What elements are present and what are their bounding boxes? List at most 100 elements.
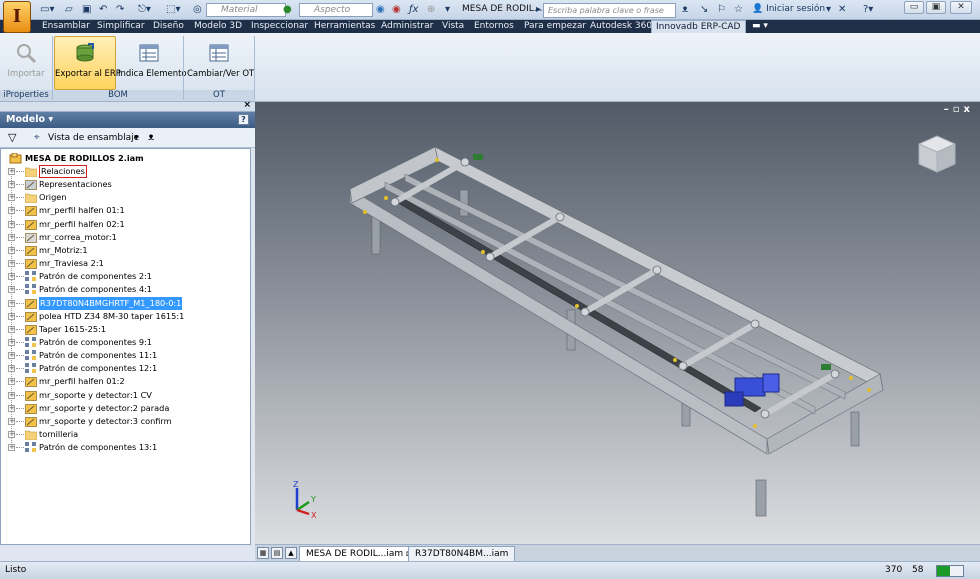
tree-node[interactable]: + mr_perfil halfen 01:2 (1, 375, 250, 388)
tab-autodesk-360[interactable]: Autodesk 360 (590, 20, 652, 33)
tree-node[interactable]: + mr_Traviesa 2:1 (1, 257, 250, 270)
exchange-apps-icon[interactable]: ✕ (838, 3, 846, 17)
communication-icon[interactable]: ⚐ (717, 3, 726, 17)
open-icon[interactable]: ▱ (65, 3, 73, 17)
tab-diseno[interactable]: Diseño (153, 20, 184, 33)
tree-node[interactable]: + polea HTD Z34 8M-30 taper 1615:1 (1, 310, 250, 323)
expand-icon[interactable]: + (8, 233, 15, 241)
sign-in-dropdown-icon[interactable]: ▾ (826, 3, 831, 17)
expand-icon[interactable]: + (8, 391, 15, 399)
tree-node[interactable]: + mr_perfil halfen 02:1 (1, 218, 250, 231)
tree-node[interactable]: + Patrón de componentes 12:1 (1, 362, 250, 375)
tile-view-icon[interactable]: ▦ (257, 547, 269, 559)
expand-icon[interactable]: + (8, 260, 15, 268)
minimize-button[interactable]: ▭ (904, 1, 924, 14)
return-icon[interactable]: ⎋▾ (138, 3, 151, 17)
tree-node[interactable]: + R37DT80N4BMGHRTF_M1_180-0:1 (1, 296, 250, 310)
tree-node[interactable]: + mr_Motriz:1 (1, 244, 250, 257)
tree-node[interactable]: + Representaciones (1, 178, 250, 191)
view-mode-select[interactable]: Vista de ensamblaje (48, 128, 139, 148)
tree-node[interactable]: + Patrón de componentes 4:1 (1, 283, 250, 296)
tab-vista[interactable]: Vista (442, 20, 464, 33)
tab-list-icon[interactable]: ▲ (285, 547, 297, 559)
measure-icon[interactable]: ⊕ (427, 3, 435, 17)
undo-icon[interactable]: ↶ (99, 3, 107, 17)
tree-node[interactable]: + Patrón de componentes 9:1 (1, 336, 250, 349)
tree-node[interactable]: + mr_perfil halfen 01:1 (1, 204, 250, 217)
expand-icon[interactable]: + (8, 299, 15, 307)
sign-in-link[interactable]: 👤 Iniciar sesión (752, 4, 825, 14)
tab-ensamblar[interactable]: Ensamblar (42, 20, 90, 33)
search-arrow-icon[interactable]: ▸ (536, 3, 541, 17)
tab-para-empezar[interactable]: Para empezar (524, 20, 586, 33)
view-mode-dropdown-icon[interactable]: ▾ (134, 128, 139, 148)
expand-icon[interactable]: + (8, 181, 15, 189)
tab-modelo-3d[interactable]: Modelo 3D (194, 20, 242, 33)
expand-icon[interactable]: + (8, 207, 15, 215)
tree-node[interactable]: + Patrón de componentes 2:1 (1, 270, 250, 283)
tree-root[interactable]: MESA DE RODILLOS 2.iam (1, 152, 250, 165)
parameters-icon[interactable]: ƒx (409, 3, 418, 17)
expand-icon[interactable]: + (8, 417, 15, 425)
tree-node[interactable]: + Relaciones (1, 165, 250, 178)
tree-node[interactable]: + Taper 1615-25:1 (1, 323, 250, 336)
expand-icon[interactable]: + (8, 378, 15, 386)
filter-icon[interactable]: ▽ (8, 128, 16, 148)
expand-icon[interactable]: + (8, 444, 15, 452)
tree-node[interactable]: + mr_soporte y detector:2 parada (1, 402, 250, 415)
expand-icon[interactable]: + (8, 220, 15, 228)
indica-elemento-button[interactable]: Indica Elemento (117, 36, 187, 90)
exportar-erp-button[interactable]: Exportar al ERP (54, 36, 121, 90)
cambiar-ver-ot-button[interactable]: Cambiar/Ver OT (186, 36, 254, 90)
qat-customize-icon[interactable]: ▾ (445, 3, 450, 17)
tree-node[interactable]: + mr_soporte y detector:1 CV (1, 389, 250, 402)
close-panel-icon[interactable]: × (243, 100, 251, 110)
find-binoculars-icon[interactable]: ᴥ (148, 128, 154, 148)
material-combo[interactable]: Material (206, 3, 286, 17)
select-icon[interactable]: ⬚▾ (166, 3, 180, 17)
expand-icon[interactable]: + (8, 431, 15, 438)
tab-administrar[interactable]: Administrar (381, 20, 433, 33)
expand-icon[interactable]: + (8, 404, 15, 412)
tree-node[interactable]: + mr_soporte y detector:3 confirm (1, 415, 250, 428)
tab-inspeccionar[interactable]: Inspeccionar (251, 20, 308, 33)
browser-help-icon[interactable]: ? (238, 114, 249, 125)
appearance-combo[interactable]: Aspecto (299, 3, 373, 17)
cascade-view-icon[interactable]: ▤ (271, 547, 283, 559)
help-icon[interactable]: ?▾ (863, 3, 873, 17)
expand-icon[interactable]: + (8, 325, 15, 333)
tree-node[interactable]: + tornilleria (1, 428, 250, 441)
tree-node[interactable]: + Origen (1, 191, 250, 204)
expand-icon[interactable]: + (8, 194, 15, 202)
tree-node[interactable]: + mr_correa_motor:1 (1, 231, 250, 244)
expand-icon[interactable]: + (8, 352, 15, 360)
adjust-appearance-icon[interactable]: ◉ (392, 3, 401, 17)
new-icon[interactable]: ▭▾ (40, 3, 54, 17)
clear-appearance-icon[interactable]: ◉ (376, 3, 385, 17)
tree-node[interactable]: + Patrón de componentes 11:1 (1, 349, 250, 362)
application-menu-button[interactable]: I (3, 1, 31, 33)
expand-icon[interactable]: + (8, 168, 15, 175)
subscription-icon[interactable]: ↘ (700, 3, 708, 17)
model-dropdown-icon[interactable]: ▾ (45, 114, 53, 125)
restore-button[interactable]: ▣ (926, 1, 946, 14)
tab-simplificar[interactable]: Simplificar (97, 20, 145, 33)
save-icon[interactable]: ▣ (82, 3, 91, 17)
graphics-viewport[interactable]: –▫x Z Y X (255, 102, 980, 544)
tab-herramientas[interactable]: Herramientas (314, 20, 375, 33)
favorites-star-icon[interactable]: ☆ (734, 3, 743, 17)
expand-icon[interactable]: + (8, 246, 15, 254)
expand-icon[interactable]: + (8, 286, 15, 294)
browser-grip-bar[interactable]: × (0, 100, 255, 112)
expand-icon[interactable]: + (8, 365, 15, 373)
redo-icon[interactable]: ↷ (116, 3, 124, 17)
update-icon[interactable]: ◎ (193, 3, 202, 17)
tab-innovadb-erp-cad[interactable]: Innovadb ERP-CAD (651, 20, 746, 33)
doc-tab-mesa-de-rodillos[interactable]: MESA DE RODIL...iam ⊠ (299, 546, 419, 561)
close-button[interactable]: ✕ (950, 1, 972, 14)
help-search-input[interactable]: Escriba palabra clave o frase (543, 3, 676, 18)
tab-entornos[interactable]: Entornos (474, 20, 514, 33)
doc-tab-r37dt80n4bm[interactable]: R37DT80N4BM...iam (408, 546, 516, 561)
binoculars-icon[interactable]: ᴥ (682, 3, 688, 17)
ribbon-options-icon[interactable]: ▬ ▾ (752, 20, 768, 33)
